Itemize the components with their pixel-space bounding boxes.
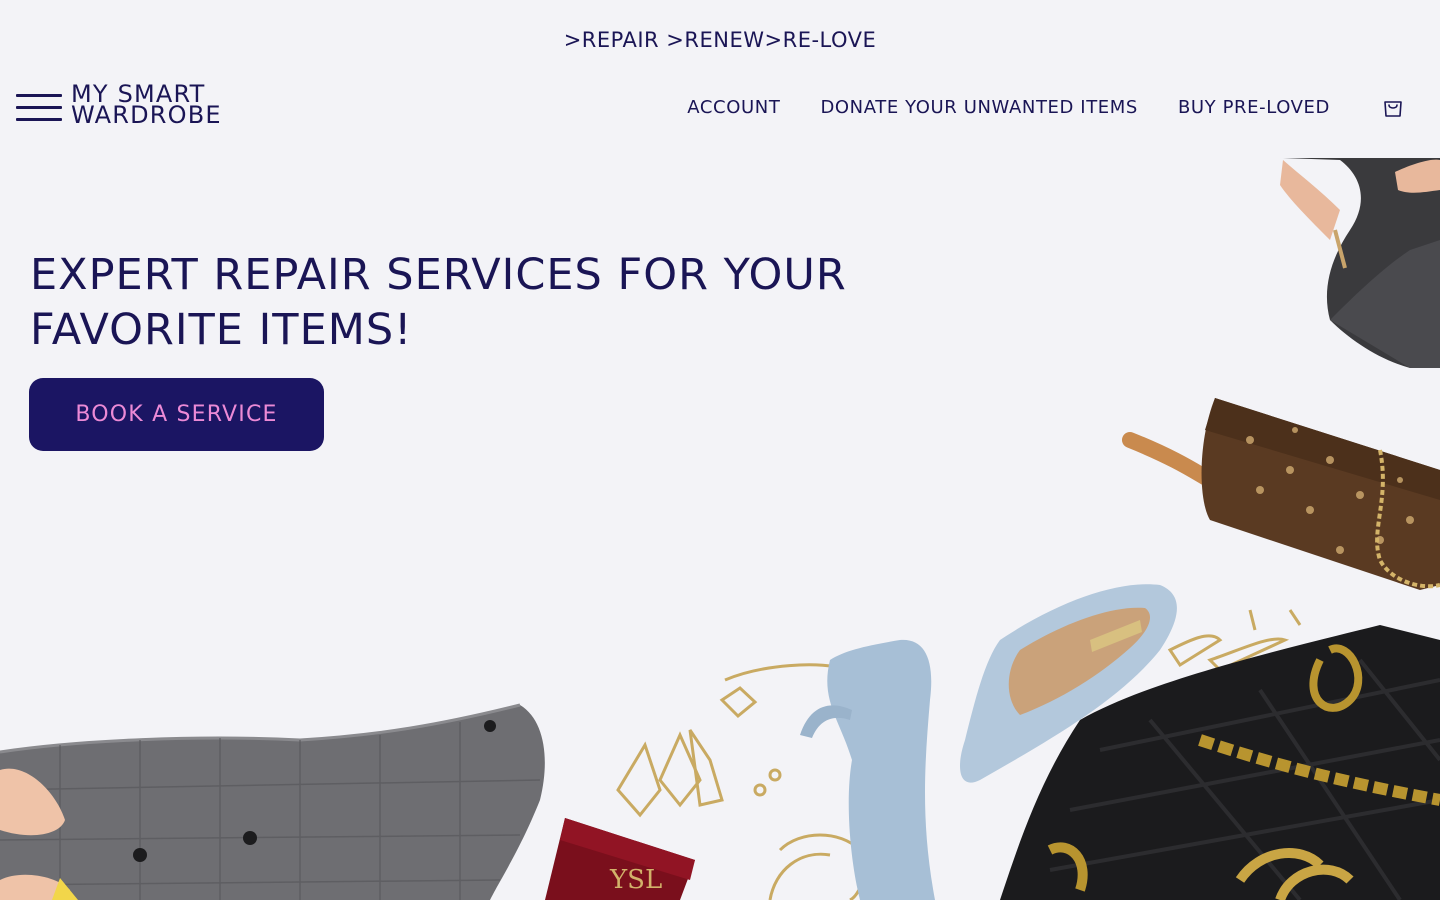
- hero-title-line-1: EXPERT REPAIR SERVICES FOR YOUR: [30, 250, 847, 300]
- hero-title: EXPERT REPAIR SERVICES FOR YOUR FAVORITE…: [30, 248, 990, 358]
- nav-buy-pre-loved[interactable]: BUY PRE-LOVED: [1178, 97, 1330, 118]
- hero-title-line-2: FAVORITE ITEMS!: [30, 305, 413, 355]
- hamburger-menu-icon[interactable]: [16, 86, 62, 128]
- page: >REPAIR >RENEW>RE-LOVE MY SMART WARDROBE…: [0, 0, 1440, 900]
- shopping-bag-icon[interactable]: [1382, 96, 1404, 118]
- pumps-image: [800, 584, 1177, 900]
- shopping-bag-icon-graphic: [1384, 101, 1402, 117]
- wallet-image: YSL: [545, 818, 695, 900]
- jewelry-image: [616, 609, 1302, 900]
- nav-account[interactable]: ACCOUNT: [687, 97, 780, 118]
- site-header: MY SMART WARDROBE ACCOUNT DONATE YOUR UN…: [0, 78, 1440, 138]
- book-service-button[interactable]: BOOK A SERVICE: [29, 378, 324, 451]
- shoe-repair-image: [1280, 158, 1440, 368]
- site-logo[interactable]: MY SMART WARDROBE: [71, 82, 222, 129]
- chain-bag-image: [1000, 625, 1440, 900]
- svg-text:YSL: YSL: [609, 865, 662, 895]
- nav-donate[interactable]: DONATE YOUR UNWANTED ITEMS: [820, 97, 1138, 118]
- monogram-bag-image: [1122, 398, 1440, 590]
- blazer-image: [0, 703, 545, 900]
- announcement-bar: >REPAIR >RENEW>RE-LOVE: [563, 28, 877, 52]
- logo-line-2: WARDROBE: [71, 101, 222, 129]
- main-nav: ACCOUNT DONATE YOUR UNWANTED ITEMS BUY P…: [687, 97, 1330, 118]
